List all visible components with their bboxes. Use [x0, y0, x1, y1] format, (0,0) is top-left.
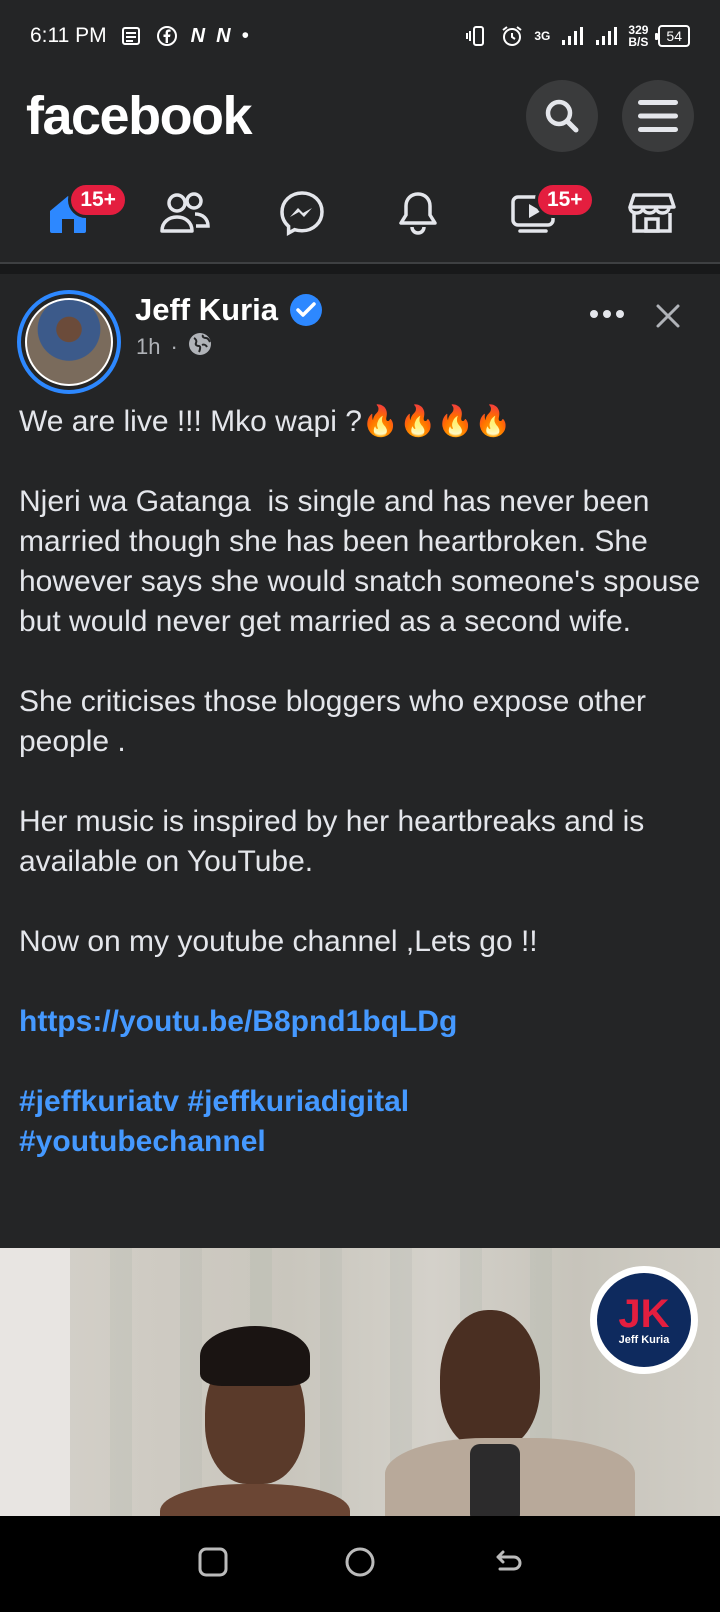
post-time[interactable]: 1h	[136, 334, 160, 360]
tab-notifications[interactable]	[378, 178, 458, 248]
post-paragraph: We are live !!! Mko wapi ?🔥🔥🔥🔥	[19, 405, 512, 438]
globe-icon	[188, 332, 212, 362]
tab-divider	[0, 262, 720, 274]
more-options-button[interactable]	[582, 304, 632, 324]
signal-icon-2	[594, 24, 618, 48]
tab-messenger[interactable]	[262, 178, 342, 248]
tab-watch[interactable]: 15+	[495, 178, 595, 248]
marketplace-icon	[627, 193, 676, 233]
avatar-story-ring[interactable]	[17, 290, 121, 394]
status-bar: 6:11 PM N N • 3G 329 B/S 54	[0, 0, 720, 72]
hashtag-line[interactable]: #youtubechannel	[19, 1125, 266, 1158]
news-icon	[119, 24, 143, 48]
system-nav-bar	[0, 1516, 720, 1612]
post-paragraph: Her music is inspired by her heartbreaks…	[19, 805, 653, 878]
back-button[interactable]	[490, 1545, 524, 1584]
tab-home[interactable]: 15+	[28, 178, 128, 248]
logo-caption: Jeff Kuria	[618, 1334, 670, 1346]
avatar[interactable]	[25, 298, 113, 386]
alarm-icon	[500, 24, 524, 48]
vibrate-icon	[466, 24, 490, 48]
verified-badge-icon	[289, 294, 322, 326]
post-text: We are live !!! Mko wapi ?🔥🔥🔥🔥 Njeri wa …	[19, 402, 709, 1162]
battery-indicator: 54	[655, 25, 690, 47]
post-paragraph: Njeri wa Gatanga is single and has never…	[19, 485, 709, 638]
menu-button[interactable]	[622, 80, 694, 152]
notifications-icon	[399, 192, 438, 235]
app-n-icon: N	[216, 24, 230, 47]
person-man-shirt	[470, 1444, 520, 1516]
friends-icon	[160, 192, 210, 233]
status-time: 6:11 PM	[30, 24, 107, 47]
app-header: facebook	[0, 72, 720, 160]
post-author[interactable]: Jeff Kuria	[135, 292, 322, 328]
home-circle-icon	[345, 1547, 375, 1576]
dot-icon: •	[241, 24, 249, 47]
facebook-logo[interactable]: facebook	[26, 85, 253, 147]
signal-icon	[560, 24, 584, 48]
author-name[interactable]: Jeff Kuria	[135, 292, 278, 328]
app-n-icon: N	[190, 24, 205, 47]
search-button[interactable]	[526, 80, 598, 152]
person-woman-hair	[200, 1326, 310, 1386]
meta-separator: ·	[170, 334, 178, 359]
channel-logo: JK Jeff Kuria	[590, 1266, 698, 1374]
post-image[interactable]: JK Jeff Kuria	[0, 1248, 720, 1516]
post-paragraph: She criticises those bloggers who expose…	[19, 685, 655, 758]
facebook-notification-icon	[155, 24, 179, 48]
jk-logo-icon: JK	[618, 1292, 670, 1336]
back-icon	[496, 1550, 522, 1570]
tab-friends[interactable]	[145, 178, 225, 248]
hashtag-line[interactable]: #jeffkuriatv #jeffkuriadigital	[19, 1085, 409, 1118]
network-type: 3G	[534, 29, 551, 43]
post-header: Jeff Kuria 1h ·	[0, 284, 720, 394]
post-meta: 1h ·	[136, 332, 212, 362]
network-speed: 329 B/S	[628, 23, 649, 49]
search-icon	[545, 99, 579, 133]
home-nav-button[interactable]	[343, 1545, 377, 1584]
watch-badge: 15+	[534, 182, 595, 218]
post-paragraph: Now on my youtube channel ,Lets go !!	[19, 925, 538, 958]
recents-icon	[198, 1547, 228, 1576]
person-man	[440, 1310, 540, 1450]
tab-bar: 15+ 15+	[0, 168, 720, 258]
menu-icon	[638, 100, 678, 132]
recent-apps-button[interactable]	[196, 1545, 230, 1584]
messenger-icon	[279, 191, 324, 236]
close-icon	[656, 304, 680, 328]
tab-marketplace[interactable]	[612, 178, 692, 248]
home-badge: 15+	[68, 182, 128, 218]
close-post-button[interactable]	[650, 298, 686, 334]
youtube-link[interactable]: https://youtu.be/B8pnd1bqLDg	[19, 1005, 457, 1038]
